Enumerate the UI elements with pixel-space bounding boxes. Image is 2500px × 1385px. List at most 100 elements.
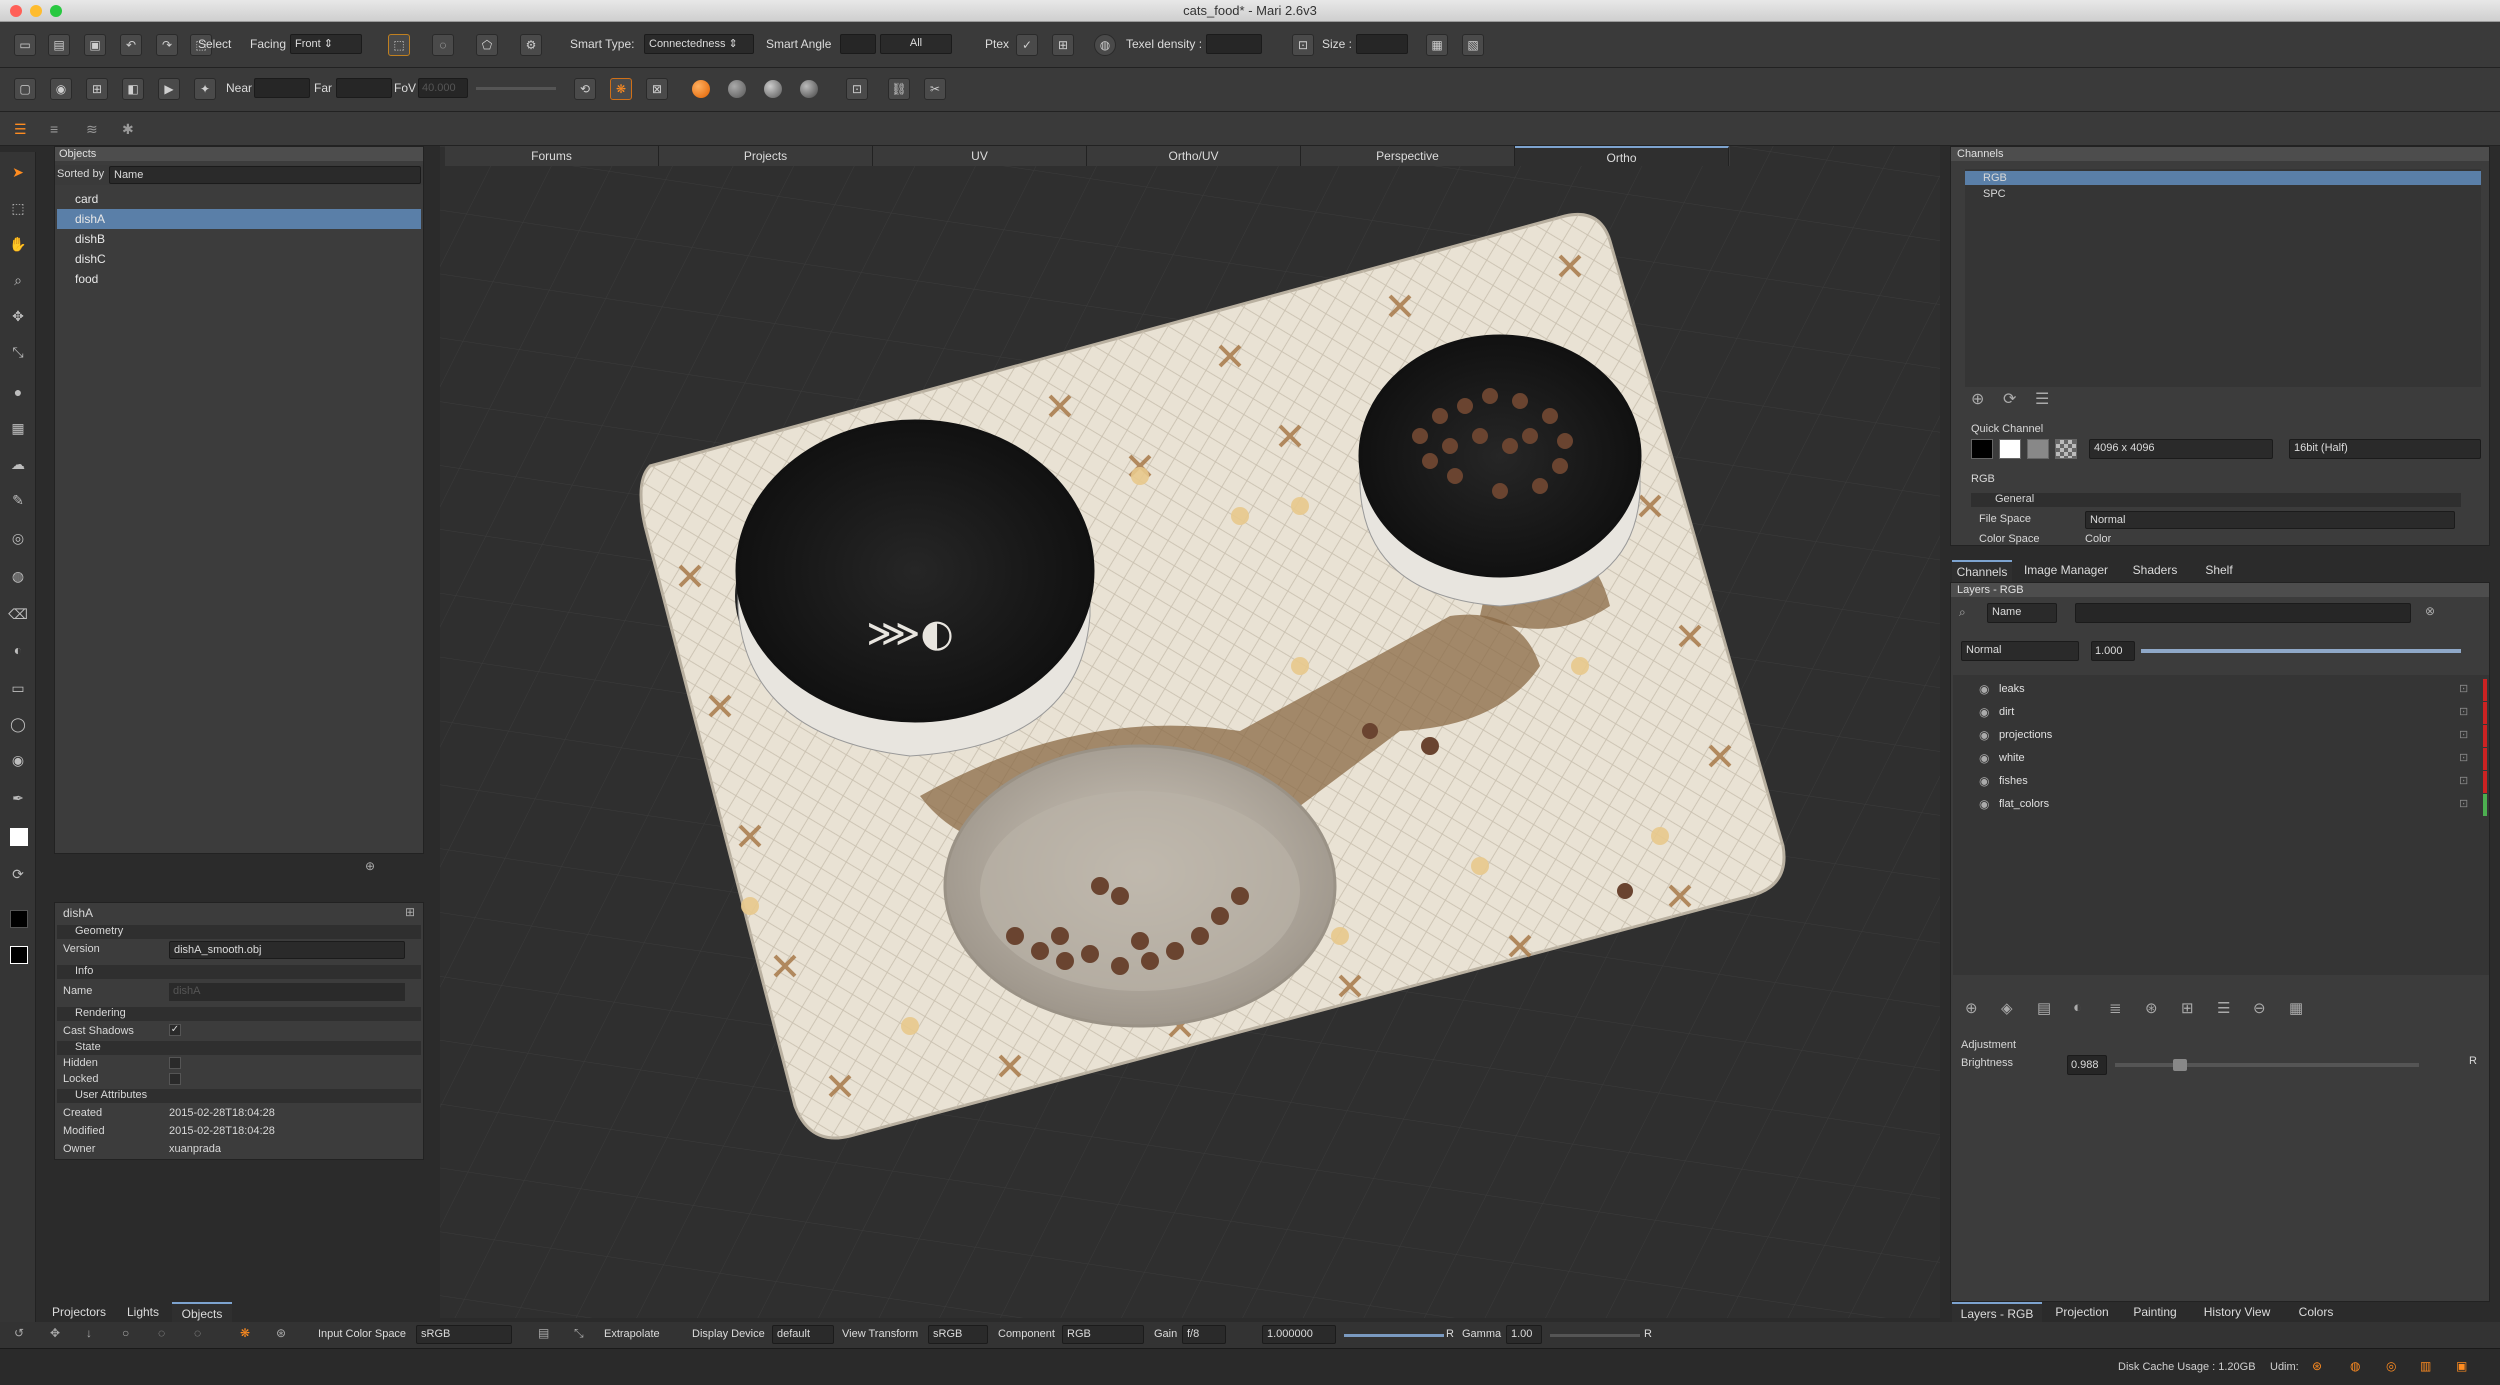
layer-row[interactable]: ◉ leaks ⊡: [1953, 679, 2489, 701]
viewport-tab[interactable]: Ortho/UV: [1087, 146, 1301, 166]
blur-icon[interactable]: ◍: [8, 566, 28, 586]
brightness-slider-knob[interactable]: [2173, 1059, 2187, 1071]
tab-history-view[interactable]: History View: [2192, 1302, 2282, 1322]
link-icon[interactable]: ⛓: [888, 78, 910, 100]
layer-row[interactable]: ◉ dirt ⊡: [1953, 702, 2489, 724]
channel-settings-icon[interactable]: ☰: [2035, 389, 2049, 409]
layer-row[interactable]: ◉ projections ⊡: [1953, 725, 2489, 747]
visibility-icon[interactable]: ◉: [1979, 751, 1989, 765]
3d-viewport[interactable]: ⋙◐: [440, 146, 1940, 1318]
default-colors-icon[interactable]: [10, 946, 28, 964]
lock-icon[interactable]: ⊡: [2459, 682, 2468, 695]
object-item[interactable]: dishC: [57, 249, 421, 269]
name-field[interactable]: dishA: [169, 983, 405, 1001]
foreground-color-swatch[interactable]: [10, 828, 28, 846]
tab-projection[interactable]: Projection: [2046, 1302, 2118, 1322]
frame-icon[interactable]: ⊡: [846, 78, 868, 100]
opacity-input[interactable]: 1.000: [2091, 641, 2135, 661]
size-icon[interactable]: ⊡: [1292, 34, 1314, 56]
channel-rgb[interactable]: RGB: [1965, 171, 2481, 185]
status-icon-3[interactable]: ◎: [2386, 1359, 2396, 1373]
object-item[interactable]: card: [57, 189, 421, 209]
color-manage-icon[interactable]: ❋: [240, 1326, 250, 1340]
layer-row[interactable]: ◉ flat_colors ⊡: [1953, 794, 2489, 816]
circle-tool-icon[interactable]: ○: [122, 1326, 129, 1340]
lock-icon[interactable]: ⊡: [2459, 797, 2468, 810]
visibility-icon[interactable]: ◉: [1979, 682, 1989, 696]
cast-shadows-checkbox[interactable]: ✓: [169, 1024, 181, 1036]
visibility-icon[interactable]: ◉: [1979, 705, 1989, 719]
flatten-icon[interactable]: ⊞: [2181, 999, 2194, 1017]
fill-icon[interactable]: ◐: [8, 640, 28, 660]
file-space-dropdown[interactable]: Normal: [2085, 511, 2455, 529]
properties-expand-icon[interactable]: ⊞: [405, 905, 415, 919]
clone-icon[interactable]: ◎: [8, 528, 28, 548]
globe-icon[interactable]: ◍: [1094, 34, 1116, 56]
clear-filter-icon[interactable]: ⊗: [2425, 604, 2435, 618]
background-color-swatch[interactable]: [10, 910, 28, 928]
turntable-icon[interactable]: ⟲: [574, 78, 596, 100]
ptex-grid-icon[interactable]: ⊞: [1052, 34, 1074, 56]
locked-checkbox[interactable]: [169, 1073, 181, 1085]
add-mask-icon[interactable]: ◐: [2073, 999, 2082, 1016]
tab-painting[interactable]: Painting: [2122, 1302, 2188, 1322]
document-icon[interactable]: ▤: [538, 1326, 549, 1340]
tab-lights[interactable]: Lights: [118, 1302, 168, 1322]
tab-shaders[interactable]: Shaders: [2120, 560, 2190, 580]
lasso-tool-icon[interactable]: ◌: [158, 1326, 165, 1340]
zoom-icon[interactable]: ⌕: [8, 270, 28, 290]
object-item[interactable]: dishB: [57, 229, 421, 249]
near-input[interactable]: [254, 78, 310, 98]
tab-layers-rgb[interactable]: Layers - RGB: [1952, 1302, 2042, 1324]
smart-angle-input[interactable]: [840, 34, 876, 54]
layer-row[interactable]: ◉ white ⊡: [1953, 748, 2489, 770]
down-arrow-icon[interactable]: ↓: [86, 1326, 92, 1340]
shaders-palette-icon[interactable]: ≋: [86, 121, 98, 138]
flat-shading-icon[interactable]: [692, 80, 710, 98]
camera-icon[interactable]: ◉: [50, 78, 72, 100]
lasso-select-icon[interactable]: ◌: [432, 34, 454, 56]
brush-icon[interactable]: ●: [8, 382, 28, 402]
eraser-icon[interactable]: ⌫: [8, 604, 28, 624]
visibility-icon[interactable]: ◉: [1979, 774, 1989, 788]
grid-icon[interactable]: ⊞: [86, 78, 108, 100]
gain-slider[interactable]: [1344, 1334, 1444, 1337]
cube-icon[interactable]: ◧: [122, 78, 144, 100]
quick-channel-white[interactable]: [1999, 439, 2021, 459]
lock-icon[interactable]: ⊡: [2459, 774, 2468, 787]
texel-density-input[interactable]: [1206, 34, 1262, 54]
add-group-icon[interactable]: ▤: [2037, 999, 2051, 1017]
gamma-slider[interactable]: [1550, 1334, 1640, 1337]
brightness-reset-button[interactable]: R: [2469, 1055, 2477, 1067]
size-input[interactable]: [1356, 34, 1408, 54]
view-icon-1[interactable]: ▢: [14, 78, 36, 100]
add-channel-icon[interactable]: ⊕: [1971, 389, 1984, 409]
tab-projectors[interactable]: Projectors: [44, 1302, 114, 1322]
select-arrow-icon[interactable]: ➤: [8, 162, 28, 182]
add-layer-icon[interactable]: ⊕: [1965, 999, 1978, 1017]
shadow-shading-icon[interactable]: [800, 80, 818, 98]
add-object-icon[interactable]: ⊕: [365, 859, 375, 873]
facing-dropdown[interactable]: Front ⇕: [290, 34, 362, 54]
gain-value-input[interactable]: 1.000000: [1262, 1325, 1336, 1344]
resolution-dropdown[interactable]: 4096 x 4096: [2089, 439, 2273, 459]
visibility-icon[interactable]: ◉: [1979, 728, 1989, 742]
opacity-slider[interactable]: [2141, 649, 2461, 653]
eyedropper-icon[interactable]: ✒: [8, 788, 28, 808]
blend-mode-dropdown[interactable]: Normal: [1961, 641, 2079, 661]
color-settings-icon[interactable]: ⊛: [276, 1326, 286, 1340]
rendering-header[interactable]: Rendering: [57, 1007, 421, 1021]
fov-slider[interactable]: [476, 87, 556, 90]
extrapolate-icon[interactable]: ⤡: [574, 1326, 584, 1341]
smart-select-icon[interactable]: ⚙: [520, 34, 542, 56]
unlink-icon[interactable]: ✂: [924, 78, 946, 100]
brightness-input[interactable]: 0.988: [2067, 1055, 2107, 1075]
dish-a[interactable]: [735, 419, 1095, 723]
gamma-reset[interactable]: R: [1644, 1328, 1652, 1340]
bake-icon[interactable]: ▦: [1426, 34, 1448, 56]
move-icon[interactable]: ✥: [8, 306, 28, 326]
merge-icon[interactable]: ≣: [2109, 999, 2122, 1017]
layers-palette-icon[interactable]: ≡: [50, 121, 58, 137]
objects-palette-icon[interactable]: ☰: [14, 121, 27, 138]
rotate-tool-icon[interactable]: ↺: [14, 1326, 24, 1340]
